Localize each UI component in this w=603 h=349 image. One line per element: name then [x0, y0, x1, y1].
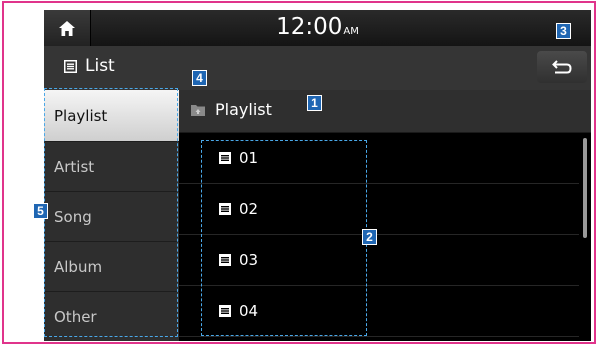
back-arrow-icon [552, 60, 572, 74]
status-bar: 12:00AM [44, 10, 591, 46]
page-title: List [64, 56, 115, 76]
folder-label-text: Playlist [215, 100, 272, 119]
title-bar: List [44, 46, 591, 91]
callout-1: 1 [307, 95, 322, 111]
back-button[interactable] [537, 51, 587, 83]
callout-3: 3 [556, 23, 571, 39]
callout-5: 5 [33, 203, 48, 219]
callout-2: 2 [362, 229, 377, 245]
list-icon [64, 59, 77, 73]
folder-icon [191, 104, 205, 116]
clock: 12:00AM [44, 14, 591, 40]
list-highlight-outline [201, 140, 367, 336]
callout-4: 4 [192, 70, 207, 86]
folder-label: Playlist [191, 100, 272, 119]
clock-time: 12:00 [276, 14, 343, 40]
folder-row[interactable]: Playlist [179, 90, 591, 133]
sidebar-highlight-outline [44, 88, 178, 337]
page-title-text: List [85, 56, 115, 76]
scrollbar[interactable] [583, 138, 587, 238]
clock-ampm: AM [343, 26, 359, 37]
